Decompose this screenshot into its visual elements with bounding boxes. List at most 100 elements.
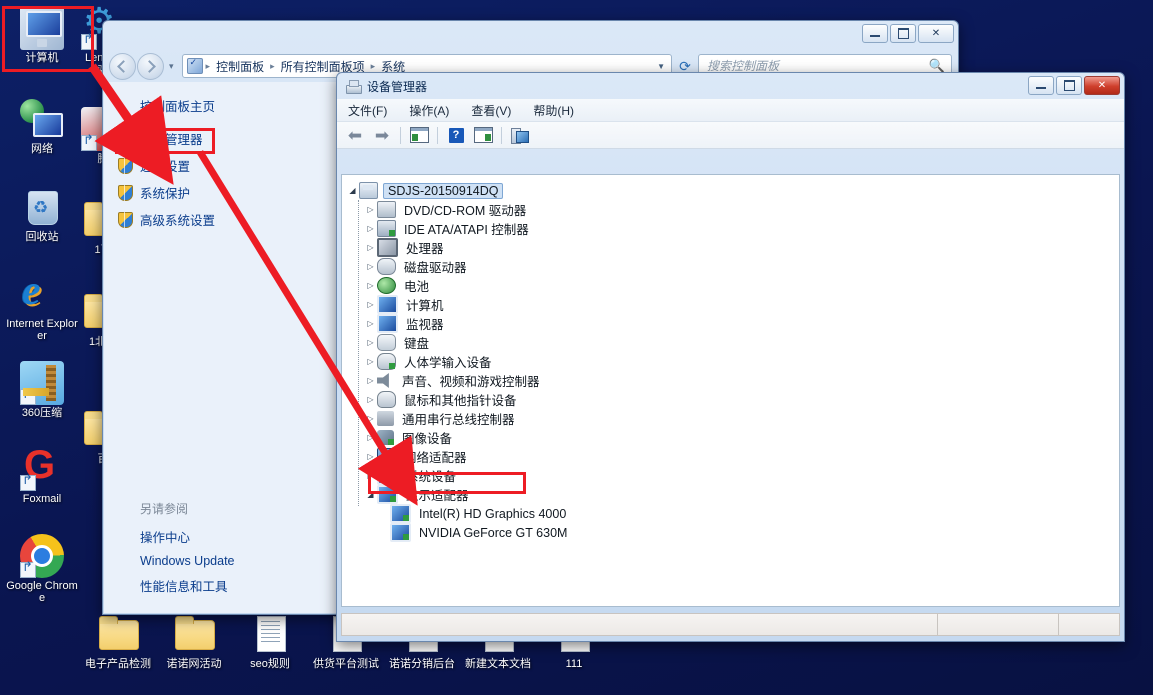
tree-node-ide[interactable]: ▷ IDE ATA/ATAPI 控制器	[342, 219, 1119, 238]
properties-icon[interactable]	[407, 124, 431, 146]
minimize-button[interactable]	[862, 24, 888, 43]
sidebar-item-home[interactable]: 控制面板主页	[104, 82, 336, 125]
tree-node-hid[interactable]: ▷ 人体学输入设备	[342, 352, 1119, 371]
display-adapter-icon	[390, 504, 411, 523]
expand-triangle-icon[interactable]: ▷	[364, 224, 377, 233]
control-panel-titlebar[interactable]: ✕	[103, 21, 958, 51]
desktop-icon-foxmail[interactable]: Foxmail	[4, 443, 80, 506]
expand-triangle-icon[interactable]: ▷	[364, 395, 377, 404]
minimize-button[interactable]	[1028, 76, 1054, 95]
tree-node-display-adapters[interactable]: ◢ 显示适配器	[342, 485, 1119, 504]
menu-item-view[interactable]: 查看(V)	[468, 101, 514, 120]
desktop-icon-internet-explorer[interactable]: Internet Explorer	[4, 267, 80, 343]
expand-triangle-icon[interactable]: ▷	[364, 414, 377, 423]
close-button[interactable]: ✕	[1084, 76, 1120, 95]
expand-triangle-icon[interactable]: ◢	[364, 490, 377, 499]
desktop-icon-computer[interactable]: 计算机	[4, 6, 80, 65]
desktop-icon-seo-rules[interactable]: seo规则	[232, 612, 308, 671]
tree-node-dvd[interactable]: ▷ DVD/CD-ROM 驱动器	[342, 200, 1119, 219]
help-icon[interactable]: ?	[444, 124, 468, 146]
expand-triangle-icon[interactable]: ▷	[364, 262, 377, 271]
shield-icon	[118, 130, 133, 147]
maximize-button[interactable]	[1056, 76, 1082, 95]
expand-triangle-icon[interactable]: ▷	[364, 452, 377, 461]
tree-node-intel-hd-4000[interactable]: Intel(R) HD Graphics 4000	[342, 504, 1119, 523]
shield-icon	[118, 211, 133, 228]
tree-node-disk-drives[interactable]: ▷ 磁盘驱动器	[342, 257, 1119, 276]
tree-node-nvidia-gt630m[interactable]: NVIDIA GeForce GT 630M	[342, 523, 1119, 542]
tree-node-processor[interactable]: ▷ 处理器	[342, 238, 1119, 257]
address-chevron-down-icon[interactable]: ▼	[657, 62, 667, 71]
tree-node-usb[interactable]: ▷ 通用串行总线控制器	[342, 409, 1119, 428]
expand-triangle-icon[interactable]: ▷	[364, 338, 377, 347]
desktop-icon-nuonuo-huodong[interactable]: 诺诺网活动	[156, 612, 232, 671]
shield-icon	[118, 157, 133, 174]
folder-icon	[96, 612, 140, 656]
network-adapter-icon	[377, 448, 396, 465]
scan-hardware-changes-icon[interactable]	[508, 124, 532, 146]
tree-node-label: NVIDIA GeForce GT 630M	[419, 525, 568, 540]
expand-triangle-icon[interactable]: ▷	[364, 376, 377, 385]
tree-node-label: 计算机	[406, 299, 444, 313]
expand-triangle-icon[interactable]: ▷	[364, 319, 377, 328]
tree-node-imaging[interactable]: ▷ 图像设备	[342, 428, 1119, 447]
tree-node-system-devices[interactable]: ▷ 系统设备	[342, 466, 1119, 485]
tree-node-monitor[interactable]: ▷ 监视器	[342, 314, 1119, 333]
show-hidden-icon[interactable]	[471, 124, 495, 146]
tree-node-battery[interactable]: ▷ 电池	[342, 276, 1119, 295]
expand-triangle-icon[interactable]: ▷	[364, 281, 377, 290]
menu-item-action[interactable]: 操作(A)	[406, 101, 452, 120]
mouse-icon	[377, 391, 396, 408]
tree-node-root[interactable]: ◢ SDJS-20150914DQ	[342, 181, 1119, 200]
sidebar-item-remote-settings[interactable]: 远程设置	[104, 152, 336, 179]
desktop-icon-google-chrome[interactable]: Google Chrome	[4, 533, 80, 605]
desktop-icon-360zip[interactable]: 360压缩	[4, 360, 80, 420]
device-manager-titlebar[interactable]: 设备管理器 ✕	[337, 73, 1124, 99]
expand-triangle-icon[interactable]: ◢	[346, 186, 359, 195]
sidebar-item-system-protection[interactable]: 系统保护	[104, 179, 336, 206]
menu-item-file[interactable]: 文件(F)	[345, 101, 390, 120]
tree-node-network-adapters[interactable]: ▷ 网络适配器	[342, 447, 1119, 466]
see-also-item-performance-tools[interactable]: 性能信息和工具	[104, 572, 336, 599]
tree-node-sound[interactable]: ▷ 声音、视频和游戏控制器	[342, 371, 1119, 390]
network-icon	[20, 97, 64, 141]
control-panel-window-buttons: ✕	[862, 24, 954, 43]
sidebar-item-advanced-system-settings[interactable]: 高级系统设置	[104, 206, 336, 233]
recent-pages-chevron-down-icon[interactable]: ▾	[169, 61, 174, 72]
dvd-icon	[377, 201, 396, 218]
expand-triangle-icon[interactable]: ▷	[364, 205, 377, 214]
tree-node-keyboard[interactable]: ▷ 键盘	[342, 333, 1119, 352]
sidebar-item-label: 系统保护	[140, 187, 191, 201]
back-icon[interactable]: ⬅	[343, 124, 367, 146]
expand-triangle-icon[interactable]: ▷	[364, 357, 377, 366]
forward-button-icon[interactable]	[137, 52, 164, 80]
desktop-icon-label: Foxmail	[22, 493, 62, 505]
close-button[interactable]: ✕	[918, 24, 954, 43]
computer-icon	[377, 295, 398, 314]
imaging-device-icon	[377, 430, 394, 445]
desktop-icon-recycle-bin[interactable]: 回收站	[4, 185, 80, 244]
maximize-button[interactable]	[890, 24, 916, 43]
expand-triangle-icon[interactable]: ▷	[364, 433, 377, 442]
sidebar-item-device-manager[interactable]: 设备管理器	[104, 125, 336, 152]
tree-node-mouse[interactable]: ▷ 鼠标和其他指针设备	[342, 390, 1119, 409]
toolbar-separator	[501, 126, 502, 144]
processor-icon	[377, 238, 398, 257]
expand-triangle-icon[interactable]: ▷	[364, 243, 377, 252]
menu-item-help[interactable]: 帮助(H)	[530, 101, 577, 120]
device-tree[interactable]: ◢ SDJS-20150914DQ ▷ DVD/CD-ROM 驱动器 ▷ IDE…	[341, 174, 1120, 607]
see-also-item-action-center[interactable]: 操作中心	[104, 523, 336, 550]
desktop-icon-dianzi[interactable]: 电子产品检测	[80, 612, 156, 671]
desktop-icon-network[interactable]: 网络	[4, 97, 80, 156]
computer-icon	[20, 6, 64, 50]
forward-icon[interactable]: ➡	[370, 124, 394, 146]
tree-node-label: 人体学输入设备	[404, 356, 492, 370]
expand-triangle-icon[interactable]: ▷	[364, 300, 377, 309]
tree-node-computer[interactable]: ▷ 计算机	[342, 295, 1119, 314]
hid-icon	[377, 353, 396, 370]
see-also-item-windows-update[interactable]: Windows Update	[104, 550, 336, 572]
expand-triangle-icon[interactable]: ▷	[364, 471, 377, 480]
device-manager-window[interactable]: 设备管理器 ✕ 文件(F) 操作(A) 查看(V) 帮助(H) ⬅ ➡ ? ◢ …	[336, 72, 1125, 642]
back-button-icon[interactable]	[109, 52, 136, 80]
breadcrumb-item-1[interactable]: 控制面板	[213, 57, 267, 76]
